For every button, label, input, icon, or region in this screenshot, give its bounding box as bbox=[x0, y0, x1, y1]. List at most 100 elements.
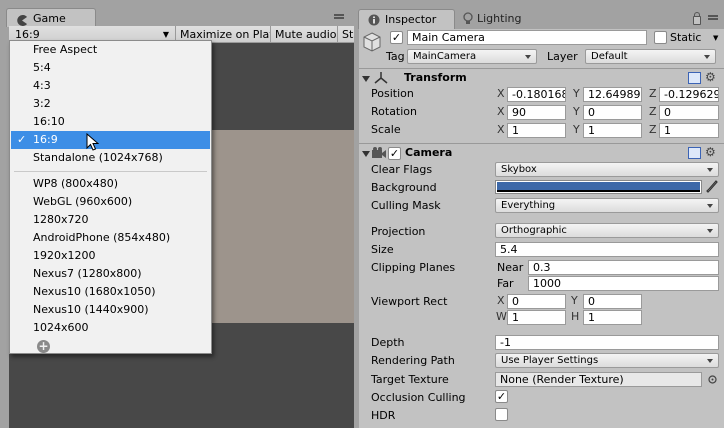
camera-header[interactable]: ✓ Camera ⚙ bbox=[359, 143, 724, 162]
viewport-h-field[interactable]: 1 bbox=[583, 310, 642, 325]
aspect-option[interactable]: WebGL (960x600) bbox=[11, 193, 210, 211]
scale-label: Scale bbox=[371, 123, 401, 136]
clear-flags-dropdown[interactable]: Skybox bbox=[495, 162, 719, 177]
aspect-option[interactable]: 1280x720 bbox=[11, 211, 210, 229]
scale-z-field[interactable]: 1 bbox=[659, 123, 719, 138]
rendering-path-dropdown[interactable]: Use Player Settings bbox=[495, 353, 719, 368]
object-active-checkbox[interactable]: ✓ bbox=[390, 31, 403, 44]
viewport-w-field[interactable]: 1 bbox=[507, 310, 566, 325]
rotation-z-field[interactable]: 0 bbox=[659, 105, 719, 120]
occlusion-culling-checkbox[interactable]: ✓ bbox=[495, 390, 508, 403]
aspect-option[interactable]: Free Aspect bbox=[11, 41, 210, 59]
tag-label: Tag bbox=[386, 50, 405, 63]
stats-button[interactable]: Stats bbox=[337, 26, 354, 43]
x-axis-label: X bbox=[497, 105, 505, 118]
object-name-field[interactable]: Main Camera bbox=[407, 30, 647, 45]
y-axis-label: Y bbox=[573, 105, 580, 118]
clear-flags-label: Clear Flags bbox=[371, 163, 433, 176]
occlusion-culling-label: Occlusion Culling bbox=[371, 391, 466, 404]
aspect-option[interactable]: 4:3 bbox=[11, 77, 210, 95]
target-texture-label: Target Texture bbox=[371, 373, 449, 386]
aspect-option[interactable]: AndroidPhone (854x480) bbox=[11, 229, 210, 247]
aspect-option[interactable]: Nexus10 (1440x900) bbox=[11, 301, 210, 319]
menu-separator bbox=[14, 171, 207, 172]
tab-lighting-label: Lighting bbox=[477, 12, 522, 25]
camera-icon bbox=[372, 147, 386, 158]
aspect-option[interactable]: 1024x600 bbox=[11, 319, 210, 337]
static-checkbox[interactable] bbox=[654, 31, 667, 44]
position-z-field[interactable]: -0.129629 bbox=[659, 87, 719, 102]
x-axis-label: X bbox=[497, 123, 505, 136]
clipping-planes-label: Clipping Planes bbox=[371, 261, 456, 274]
position-y-field[interactable]: 12.64989 bbox=[583, 87, 642, 102]
aspect-option[interactable]: Nexus10 (1680x1050) bbox=[11, 283, 210, 301]
help-book-icon[interactable] bbox=[688, 147, 701, 159]
viewport-y-label: Y bbox=[571, 294, 578, 307]
viewport-y-field[interactable]: 0 bbox=[583, 294, 642, 309]
help-book-icon[interactable] bbox=[688, 72, 701, 84]
target-texture-field[interactable]: None (Render Texture) bbox=[495, 372, 702, 387]
size-field[interactable]: 5.4 bbox=[495, 242, 719, 257]
aspect-option[interactable]: Standalone (1024x768) bbox=[11, 149, 210, 167]
mute-audio-button[interactable]: Mute audio bbox=[270, 26, 337, 43]
lock-icon[interactable] bbox=[693, 12, 701, 25]
camera-enabled-checkbox[interactable]: ✓ bbox=[388, 147, 401, 160]
info-icon bbox=[368, 13, 380, 26]
tab-inspector-label: Inspector bbox=[385, 13, 437, 26]
object-picker-icon[interactable] bbox=[708, 375, 717, 384]
tab-inspector[interactable]: Inspector bbox=[358, 9, 455, 29]
aspect-option[interactable]: 3:2 bbox=[11, 95, 210, 113]
aspect-option[interactable]: 16:10 bbox=[11, 113, 210, 131]
hdr-checkbox[interactable] bbox=[495, 408, 508, 421]
layer-dropdown[interactable]: Default bbox=[585, 49, 716, 64]
eyedropper-icon[interactable] bbox=[706, 180, 718, 194]
size-label: Size bbox=[371, 243, 394, 256]
background-color-field[interactable] bbox=[495, 180, 702, 194]
position-label: Position bbox=[371, 87, 414, 100]
gear-icon[interactable]: ⚙ bbox=[705, 70, 716, 84]
aspect-option[interactable]: WP8 (800x480) bbox=[11, 175, 210, 193]
checkmark-icon: ✓ bbox=[17, 133, 27, 146]
depth-field[interactable]: -1 bbox=[495, 335, 719, 350]
panel-menu-icon[interactable] bbox=[334, 14, 344, 22]
aspect-option[interactable]: Nexus7 (1280x800) bbox=[11, 265, 210, 283]
chevron-down-icon[interactable]: ▼ bbox=[713, 34, 718, 42]
panel-menu-icon[interactable] bbox=[708, 15, 718, 23]
background-color-swatch bbox=[497, 182, 700, 190]
rotation-y-field[interactable]: 0 bbox=[583, 105, 642, 120]
rendering-path-label: Rendering Path bbox=[371, 354, 455, 367]
scale-x-field[interactable]: 1 bbox=[507, 123, 566, 138]
y-axis-label: Y bbox=[573, 87, 580, 100]
viewport-h-label: H bbox=[571, 310, 580, 323]
projection-dropdown[interactable]: Orthographic bbox=[495, 223, 719, 238]
viewport-x-field[interactable]: 0 bbox=[507, 294, 566, 309]
tab-game[interactable]: Game bbox=[6, 8, 96, 27]
tag-dropdown[interactable]: MainCamera bbox=[407, 49, 537, 64]
far-field[interactable]: 1000 bbox=[528, 276, 719, 291]
tab-lighting[interactable]: Lighting bbox=[455, 9, 535, 28]
y-axis-label: Y bbox=[573, 123, 580, 136]
tab-game-label: Game bbox=[33, 12, 66, 25]
add-aspect-button[interactable]: + bbox=[37, 340, 50, 353]
aspect-option[interactable]: 1920x1200 bbox=[11, 247, 210, 265]
transform-header[interactable]: Transform ⚙ bbox=[359, 68, 724, 87]
near-label: Near bbox=[497, 261, 524, 274]
aspect-option[interactable]: 5:4 bbox=[11, 59, 210, 77]
foldout-arrow-icon[interactable] bbox=[362, 76, 370, 82]
lightbulb-icon bbox=[463, 12, 475, 24]
hdr-label: HDR bbox=[371, 409, 396, 422]
gear-icon[interactable]: ⚙ bbox=[705, 145, 716, 159]
z-axis-label: Z bbox=[649, 123, 657, 136]
far-label: Far bbox=[497, 277, 514, 290]
near-field[interactable]: 0.3 bbox=[528, 260, 719, 275]
scale-y-field[interactable]: 1 bbox=[583, 123, 642, 138]
rotation-label: Rotation bbox=[371, 105, 418, 118]
background-label: Background bbox=[371, 181, 437, 194]
aspect-option-selected[interactable]: ✓ 16:9 bbox=[11, 131, 210, 151]
inspector-panel: ✓ Main Camera Static ▼ Tag MainCamera La… bbox=[359, 29, 724, 428]
position-x-field[interactable]: -0.180168 bbox=[507, 87, 566, 102]
culling-mask-dropdown[interactable]: Everything bbox=[495, 198, 719, 213]
viewport-rect-label: Viewport Rect bbox=[371, 295, 448, 308]
foldout-arrow-icon[interactable] bbox=[362, 151, 370, 157]
rotation-x-field[interactable]: 90 bbox=[507, 105, 566, 120]
